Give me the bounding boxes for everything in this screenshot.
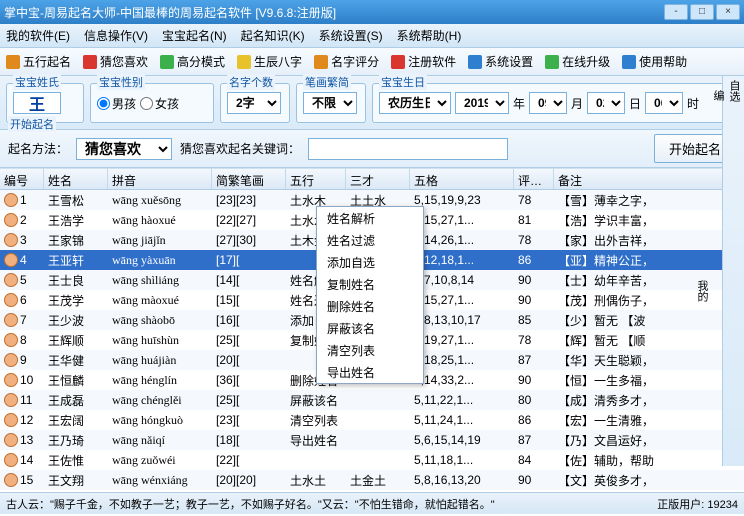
menu-item[interactable]: 系统设置(S) <box>319 27 383 44</box>
menu-item[interactable]: 系统帮助(H) <box>397 27 462 44</box>
window-title: 掌中宝-周易起名大师-中国最棒的周易起名软件 [V9.6.8:注册版] <box>4 4 664 21</box>
th-pinyin[interactable]: 拼音 <box>108 169 212 189</box>
group-gender: 宝宝性别 男孩 女孩 <box>90 83 214 123</box>
radio-female[interactable]: 女孩 <box>140 95 179 112</box>
ctx-clear[interactable]: 清空列表 <box>317 339 423 361</box>
avatar-icon <box>4 253 18 267</box>
avatar-icon <box>4 333 18 347</box>
ctx-add-fav[interactable]: 添加自选 <box>317 251 423 273</box>
table-row[interactable]: 13王乃琦wāng nǎiqí[18][导出姓名5,6,15,14,1987【乃… <box>0 430 744 450</box>
ctx-analyze[interactable]: 姓名解析 <box>317 207 423 229</box>
th-sancai[interactable]: 三才 <box>346 169 410 189</box>
method-select[interactable]: 猜您喜欢 <box>76 138 172 160</box>
avatar-icon <box>4 193 18 207</box>
tb-wuxing[interactable]: 五行起名 <box>6 53 71 70</box>
search-bar: 开始起名 起名方法： 猜您喜欢 猜您喜欢起名关键词： 开始起名 <box>0 130 744 168</box>
avatar-icon <box>4 313 18 327</box>
day-select[interactable]: 02 <box>587 92 625 114</box>
count-select[interactable]: 2字 <box>227 92 281 114</box>
max-button[interactable]: □ <box>690 4 714 20</box>
gear-icon <box>468 55 482 69</box>
year-select[interactable]: 2019 <box>455 92 509 114</box>
side-panel: 自选 编 我的 <box>722 76 744 466</box>
th-score[interactable]: 评… <box>514 169 554 189</box>
method-label: 起名方法： <box>8 140 68 157</box>
toolbar: 五行起名 猜您喜欢 高分模式 生辰八字 名字评分 注册软件 系统设置 在线升级 … <box>0 48 744 76</box>
globe-icon <box>545 55 559 69</box>
badge-icon <box>314 55 328 69</box>
menu-item[interactable]: 我的软件(E) <box>6 27 70 44</box>
status-quote: 古人云："赐子千金，不如教子一艺；教子一艺，不如赐子好名。"又云："不怕生错命，… <box>6 496 651 512</box>
avatar-icon <box>4 353 18 367</box>
tb-update[interactable]: 在线升级 <box>545 53 610 70</box>
tb-highscore[interactable]: 高分模式 <box>160 53 225 70</box>
group-birth: 宝宝生日 农历生日 2019年 09月 02日 06时 <box>372 83 738 123</box>
filter-bar: 宝宝姓氏 宝宝性别 男孩 女孩 名字个数 2字 笔画繁简 不限 宝宝生日 农历生… <box>0 76 744 130</box>
ctx-block[interactable]: 屏蔽该名 <box>317 317 423 339</box>
menu-item[interactable]: 起名知识(K) <box>241 27 305 44</box>
table-header: 编号 姓名 拼音 简繁笔画 五行 三才 五格 评… 备注 <box>0 168 744 190</box>
heart-icon <box>83 55 97 69</box>
ideograph-icon <box>6 55 20 69</box>
tb-help[interactable]: 使用帮助 <box>622 53 687 70</box>
keyword-input[interactable] <box>308 138 508 160</box>
context-menu: 姓名解析 姓名过滤 添加自选 复制姓名 删除姓名 屏蔽该名 清空列表 导出姓名 <box>316 206 424 384</box>
th-index[interactable]: 编号 <box>0 169 44 189</box>
avatar-icon <box>4 473 18 487</box>
menu-item[interactable]: 宝宝起名(N) <box>162 27 227 44</box>
avatar-icon <box>4 373 18 387</box>
table-row[interactable]: 12王宏阔wāng hóngkuò[23][清空列表5,11,24,1...86… <box>0 410 744 430</box>
month-select[interactable]: 09 <box>529 92 567 114</box>
tb-guess[interactable]: 猜您喜欢 <box>83 53 148 70</box>
th-wuxing[interactable]: 五行 <box>286 169 346 189</box>
titlebar: 掌中宝-周易起名大师-中国最棒的周易起名软件 [V9.6.8:注册版] - □ … <box>0 0 744 24</box>
table-row[interactable]: 14王佐惟wāng zuǒwéi[22][5,11,18,1...84【佐】辅助… <box>0 450 744 470</box>
stroke-select[interactable]: 不限 <box>303 92 357 114</box>
ctx-export[interactable]: 导出姓名 <box>317 361 423 383</box>
avatar-icon <box>4 293 18 307</box>
table-row[interactable]: 15王文翔wāng wénxiáng[20][20]土水土土金土5,8,16,1… <box>0 470 744 490</box>
ctx-filter[interactable]: 姓名过滤 <box>317 229 423 251</box>
calendar-icon <box>237 55 251 69</box>
avatar-icon <box>4 213 18 227</box>
th-stroke[interactable]: 简繁笔画 <box>212 169 286 189</box>
menu-item[interactable]: 信息操作(V) <box>84 27 148 44</box>
radio-male[interactable]: 男孩 <box>97 95 136 112</box>
statusbar: 古人云："赐子千金，不如教子一艺；教子一艺，不如赐子好名。"又云："不怕生错命，… <box>0 492 744 514</box>
keyword-label: 猜您喜欢起名关键词： <box>180 140 300 157</box>
key-icon <box>391 55 405 69</box>
group-stroke: 笔画繁简 不限 <box>296 83 366 123</box>
window-buttons: - □ × <box>664 4 740 20</box>
avatar-icon <box>4 453 18 467</box>
group-count: 名字个数 2字 <box>220 83 290 123</box>
surname-input[interactable] <box>13 92 61 114</box>
tb-settings[interactable]: 系统设置 <box>468 53 533 70</box>
table-body: 姓名解析 姓名过滤 添加自选 复制姓名 删除姓名 屏蔽该名 清空列表 导出姓名 … <box>0 190 744 492</box>
caltype-select[interactable]: 农历生日 <box>379 92 451 114</box>
menubar: 我的软件(E) 信息操作(V) 宝宝起名(N) 起名知识(K) 系统设置(S) … <box>0 24 744 48</box>
avatar-icon <box>4 413 18 427</box>
min-button[interactable]: - <box>664 4 688 20</box>
table-row[interactable]: 11王成磊wāng chénglěi[25][屏蔽该名5,11,22,1...8… <box>0 390 744 410</box>
th-name[interactable]: 姓名 <box>44 169 108 189</box>
ctx-copy[interactable]: 复制姓名 <box>317 273 423 295</box>
th-note[interactable]: 备注 <box>554 169 724 189</box>
status-version: 正版用户: 19234 <box>657 496 738 512</box>
hour-select[interactable]: 06 <box>645 92 683 114</box>
avatar-icon <box>4 273 18 287</box>
close-button[interactable]: × <box>716 4 740 20</box>
tb-register[interactable]: 注册软件 <box>391 53 456 70</box>
avatar-icon <box>4 233 18 247</box>
tb-bazi[interactable]: 生辰八字 <box>237 53 302 70</box>
avatar-icon <box>4 393 18 407</box>
help-icon <box>622 55 636 69</box>
chart-icon <box>160 55 174 69</box>
tb-score[interactable]: 名字评分 <box>314 53 379 70</box>
ctx-delete[interactable]: 删除姓名 <box>317 295 423 317</box>
th-wuge[interactable]: 五格 <box>410 169 514 189</box>
avatar-icon <box>4 433 18 447</box>
